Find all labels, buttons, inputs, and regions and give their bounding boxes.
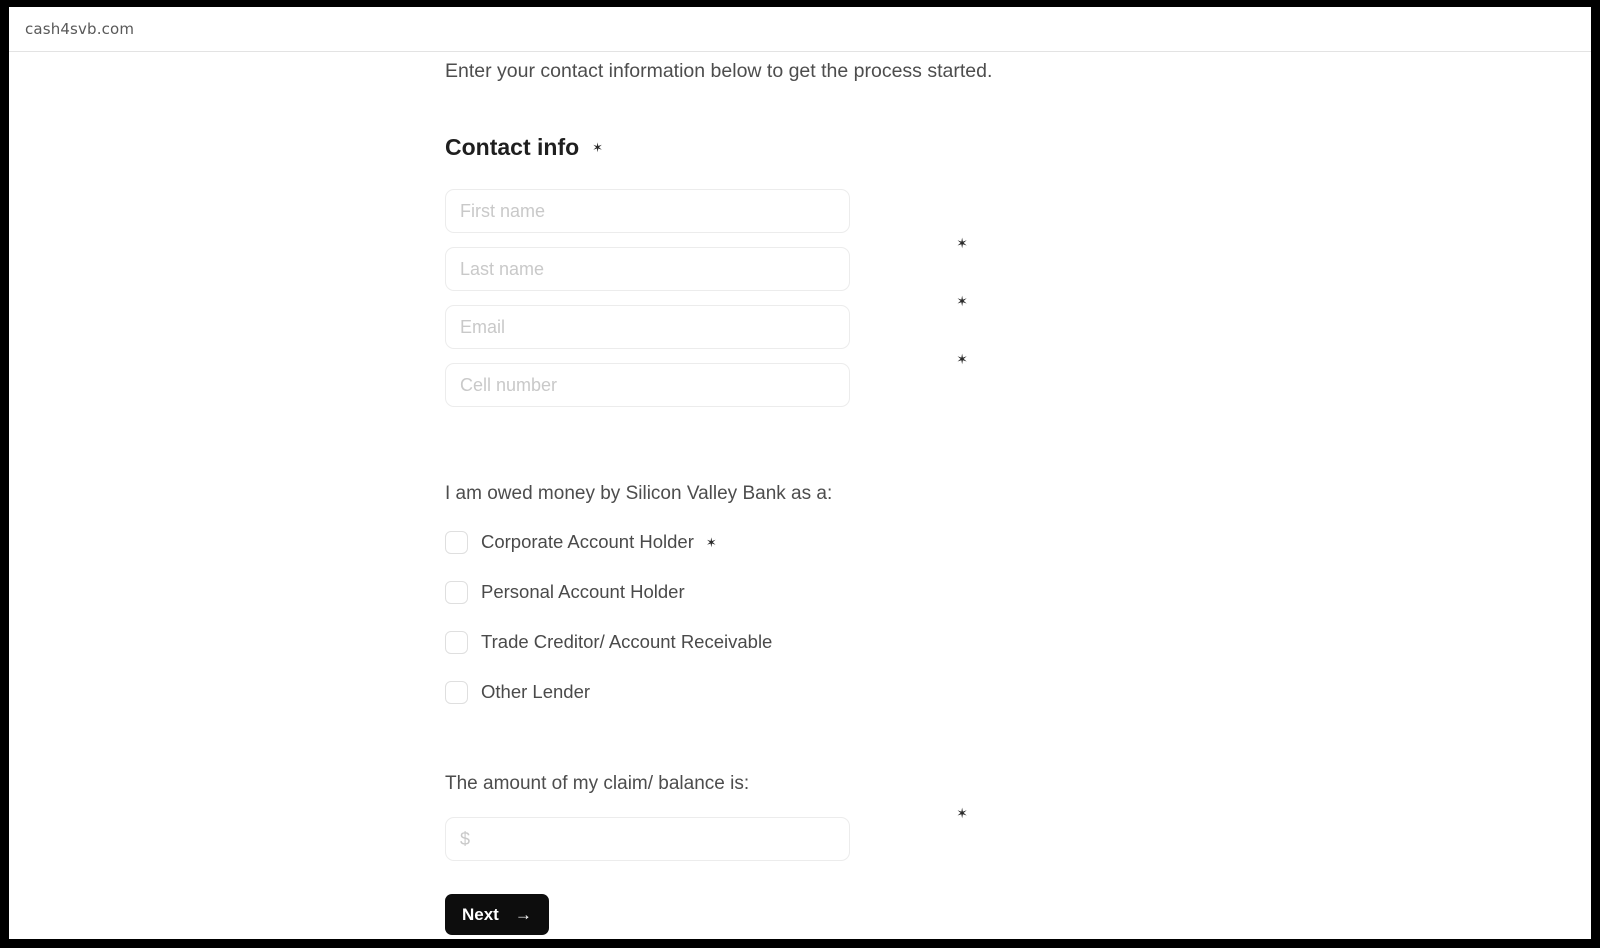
claim-amount-question: The amount of my claim/ balance is:: [445, 773, 750, 795]
email-input[interactable]: [445, 305, 850, 350]
required-star-icon: ✶: [592, 140, 604, 156]
claim-form: Enter your contact information below to …: [445, 52, 993, 936]
field-row-email: ✶: [445, 294, 969, 350]
page-content: Enter your contact information below to …: [9, 52, 1591, 938]
checkbox-icon[interactable]: [445, 580, 468, 604]
browser-url-bar: cash4svb.com: [9, 7, 1591, 52]
last-name-input[interactable]: [445, 247, 850, 292]
next-button[interactable]: Next →: [445, 894, 549, 936]
required-star-icon: ✶: [955, 293, 969, 310]
claimant-type-options: Corporate Account Holder ✶ Personal Acco…: [445, 527, 965, 707]
url-text[interactable]: cash4svb.com: [25, 20, 134, 38]
field-row-first-name: [445, 189, 965, 234]
arrow-right-icon: →: [514, 905, 532, 925]
checkbox-icon[interactable]: [445, 680, 468, 704]
next-button-label: Next: [462, 904, 499, 924]
field-row-claim-amount: ✶: [445, 806, 969, 862]
checkbox-other-lender[interactable]: Other Lender: [445, 677, 965, 707]
checkbox-corporate-account-holder[interactable]: Corporate Account Holder ✶: [445, 527, 965, 557]
first-name-input[interactable]: [445, 189, 850, 234]
required-star-icon: ✶: [955, 235, 969, 252]
screenshot-frame: cash4svb.com Enter your contact informat…: [0, 0, 1600, 948]
checkbox-trade-creditor-account-receivable[interactable]: Trade Creditor/ Account Receivable: [445, 627, 965, 657]
checkbox-icon[interactable]: [445, 530, 468, 554]
contact-fields-group: ✶ ✶ ✶: [445, 189, 969, 408]
checkbox-label: Trade Creditor/ Account Receivable: [481, 631, 773, 653]
form-intro-text: Enter your contact information below to …: [445, 60, 993, 82]
checkbox-label: Other Lender: [481, 681, 591, 703]
cell-number-input[interactable]: [445, 363, 850, 408]
checkbox-personal-account-holder[interactable]: Personal Account Holder: [445, 577, 965, 607]
contact-info-label: Contact info: [445, 134, 580, 161]
claimant-type-question: I am owed money by Silicon Valley Bank a…: [445, 483, 833, 505]
checkbox-label: Corporate Account Holder: [481, 531, 694, 553]
field-row-cell-number: ✶: [445, 352, 969, 408]
required-star-icon: ✶: [955, 351, 969, 368]
field-row-last-name: ✶: [445, 236, 969, 292]
checkbox-label: Personal Account Holder: [481, 581, 685, 603]
claim-amount-input[interactable]: [445, 817, 850, 862]
required-star-icon: ✶: [705, 534, 717, 550]
contact-info-heading: Contact info ✶: [445, 134, 965, 161]
required-star-icon: ✶: [955, 805, 969, 822]
checkbox-icon[interactable]: [445, 630, 468, 654]
browser-window: cash4svb.com Enter your contact informat…: [9, 7, 1591, 939]
